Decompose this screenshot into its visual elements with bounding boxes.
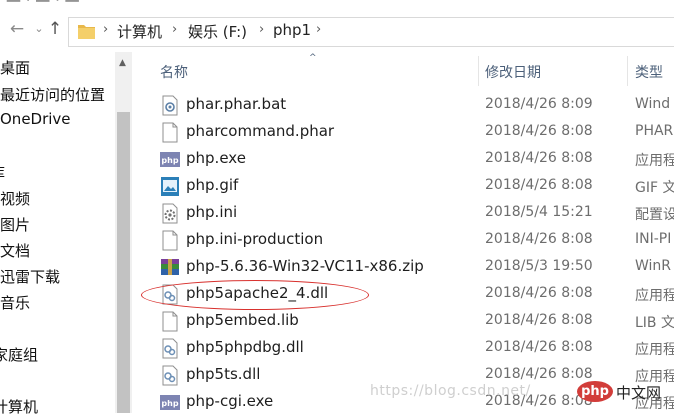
highlight-ellipse	[141, 280, 369, 310]
file-type: PHAR	[635, 123, 674, 139]
nav-item-desktop[interactable]: 桌面	[0, 57, 30, 78]
dll-file-icon	[162, 365, 178, 386]
site-logo-text: 中文网	[616, 384, 662, 402]
file-type: WinR	[635, 258, 672, 274]
file-date: 2018/4/26 8:08	[485, 177, 593, 193]
file-type: 应用程	[635, 288, 674, 304]
svg-text:php: php	[161, 399, 178, 408]
file-type: INI-PI	[635, 231, 672, 247]
file-type: LIB 文	[635, 315, 674, 331]
column-header: ^ 名称 修改日期 类型	[133, 52, 674, 86]
file-type: Wind	[635, 96, 671, 112]
file-name: pharcommand.phar	[186, 122, 335, 140]
file-type: 应用程	[635, 153, 674, 169]
file-date: 2018/4/26 8:08	[485, 123, 593, 139]
up-arrow-icon[interactable]: ↑	[44, 18, 66, 40]
back-icon[interactable]: ←	[6, 18, 28, 40]
column-divider[interactable]	[627, 56, 628, 86]
file-name: php.gif	[186, 176, 239, 194]
nav-item-onedrive[interactable]: OneDrive	[0, 110, 71, 128]
file-type: 应用程	[635, 342, 674, 358]
column-divider[interactable]	[478, 56, 479, 86]
file-name: phar.phar.bat	[186, 95, 287, 113]
column-modified[interactable]: 修改日期	[485, 62, 541, 82]
file-name: php.exe	[186, 149, 246, 167]
image-file-icon	[161, 177, 179, 196]
file-name: php.ini	[186, 203, 238, 221]
php-app-icon: php	[160, 152, 180, 167]
scroll-up-icon[interactable]: ▲	[119, 58, 126, 68]
file-name: php-5.6.36-Win32-VC11-x86.zip	[186, 257, 424, 275]
file-row[interactable]: php-5.6.36-Win32-VC11-x86.zip 2018/5/3 1…	[133, 254, 674, 281]
blank-file-icon	[162, 230, 178, 251]
file-name: php.ini-production	[186, 230, 324, 248]
file-date: 2018/4/26 8:08	[485, 285, 593, 301]
breadcrumb-folder[interactable]: php1	[273, 21, 311, 39]
php-app-icon: php	[160, 395, 180, 410]
nav-item-documents[interactable]: 文档	[0, 240, 30, 261]
file-type: GIF 文	[635, 180, 674, 196]
column-name[interactable]: 名称	[160, 62, 188, 82]
config-file-icon	[162, 203, 178, 224]
blank-file-icon	[162, 311, 178, 332]
breadcrumb-computer[interactable]: 计算机	[117, 21, 162, 42]
file-row[interactable]: php5phpdbg.dll 2018/4/26 8:08 应用程	[133, 335, 674, 362]
file-row[interactable]: php5embed.lib 2018/4/26 8:08 LIB 文	[133, 308, 674, 335]
file-name: php-cgi.exe	[186, 392, 274, 410]
file-date: 2018/4/26 8:09	[485, 96, 593, 112]
nav-item-music[interactable]: 音乐	[0, 292, 30, 313]
file-date: 2018/4/26 8:08	[485, 339, 593, 355]
breadcrumb-separator-icon[interactable]: ›	[172, 22, 177, 37]
file-name: php5ts.dll	[186, 365, 261, 383]
file-type: 配置设	[635, 207, 674, 223]
file-row[interactable]: phar.phar.bat 2018/4/26 8:09 Wind	[133, 92, 674, 119]
window-title-strip: — · — · —	[0, 0, 674, 10]
file-date: 2018/4/26 8:08	[485, 312, 593, 328]
address-box[interactable]: › 计算机 › 娱乐 (F:) › php1 ›	[68, 17, 674, 47]
file-row[interactable]: php.gif 2018/4/26 8:08 GIF 文	[133, 173, 674, 200]
file-row[interactable]: php.ini-production 2018/4/26 8:08 INI-PI	[133, 227, 674, 254]
breadcrumb-separator-icon[interactable]: ›	[103, 22, 108, 37]
nav-item-pictures[interactable]: 图片	[0, 214, 30, 235]
svg-text:php: php	[161, 156, 178, 165]
scrollbar-thumb[interactable]	[117, 112, 130, 413]
folder-icon	[78, 25, 95, 39]
nav-item-xunlei-downloads[interactable]: 迅雷下载	[0, 266, 60, 287]
blank-file-icon	[162, 122, 178, 143]
column-type[interactable]: 类型	[635, 62, 663, 82]
file-name: php5phpdbg.dll	[186, 338, 304, 356]
navigation-pane: 桌面 最近访问的位置 OneDrive 库 视频 图片 文档 迅雷下载 音乐 家…	[0, 52, 118, 416]
winrar-archive-icon	[161, 259, 179, 275]
sort-ascending-icon: ^	[309, 53, 317, 63]
file-row[interactable]: php php.exe 2018/4/26 8:08 应用程	[133, 146, 674, 173]
nav-item-homegroup[interactable]: 家庭组	[0, 344, 38, 365]
breadcrumb-drive[interactable]: 娱乐 (F:)	[188, 21, 247, 42]
watermark-text: https://blog.csdn.net/	[370, 383, 531, 399]
batch-file-icon	[162, 95, 178, 116]
file-name: php5embed.lib	[186, 311, 299, 329]
address-bar: ← ⌄ ↑ › 计算机 › 娱乐 (F:) › php1 ›	[0, 12, 674, 49]
breadcrumb-separator-icon[interactable]: ›	[316, 22, 321, 37]
nav-pane-scrollbar[interactable]: ▲	[115, 52, 132, 413]
file-row[interactable]: php.ini 2018/5/4 15:21 配置设	[133, 200, 674, 227]
dll-file-icon	[162, 338, 178, 359]
nav-item-recent[interactable]: 最近访问的位置	[0, 84, 105, 105]
file-row[interactable]: pharcommand.phar 2018/4/26 8:08 PHAR	[133, 119, 674, 146]
file-date: 2018/4/26 8:08	[485, 231, 593, 247]
nav-item-videos[interactable]: 视频	[0, 188, 30, 209]
file-date: 2018/4/26 8:08	[485, 150, 593, 166]
file-date: 2018/5/3 19:50	[485, 258, 593, 274]
file-date: 2018/5/4 15:21	[485, 204, 593, 220]
php-logo-badge: php	[577, 381, 613, 402]
file-date: 2018/4/26 8:08	[485, 366, 593, 382]
nav-item-computer[interactable]: 计算机	[0, 396, 38, 417]
nav-item-libraries[interactable]: 库	[0, 162, 5, 183]
breadcrumb-separator-icon[interactable]: ›	[259, 22, 264, 37]
